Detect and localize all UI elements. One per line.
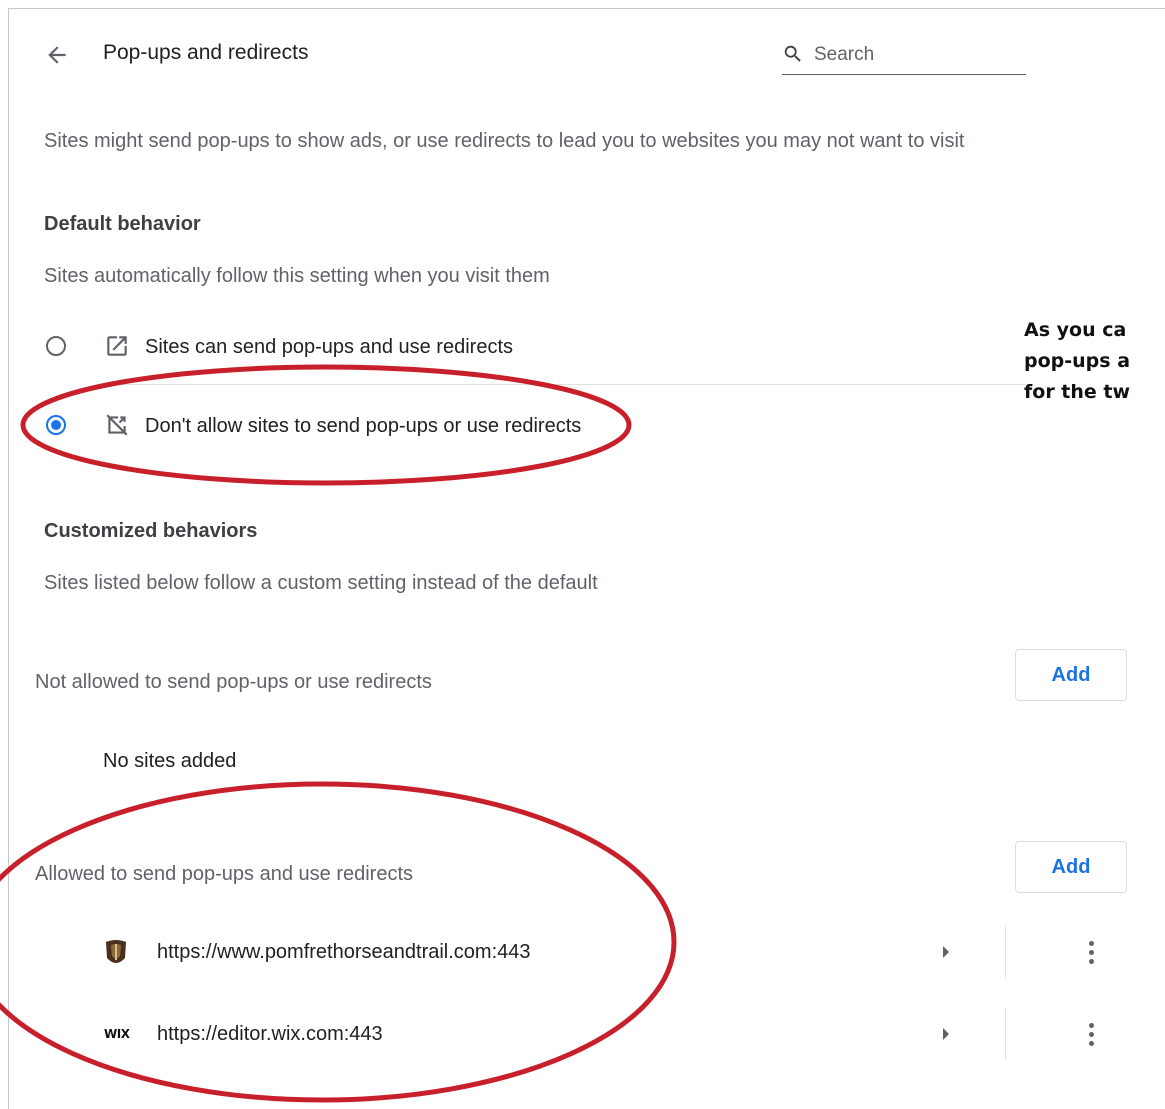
row-separator bbox=[1005, 926, 1006, 978]
chevron-right-icon[interactable] bbox=[943, 946, 949, 958]
page-title: Pop-ups and redirects bbox=[103, 41, 309, 64]
page-description: Sites might send pop-ups to show ads, or… bbox=[44, 130, 965, 152]
customized-behaviors-heading: Customized behaviors bbox=[44, 520, 258, 542]
annotation-line: As you ca bbox=[1024, 319, 1127, 341]
chevron-right-icon[interactable] bbox=[943, 1028, 949, 1040]
no-sites-added-text: No sites added bbox=[103, 750, 237, 772]
horseshoe-favicon bbox=[106, 940, 126, 963]
search-input[interactable] bbox=[812, 40, 1026, 70]
option-divider bbox=[104, 384, 1026, 385]
more-actions-icon[interactable] bbox=[1079, 936, 1103, 968]
not-allowed-label: Not allowed to send pop-ups or use redir… bbox=[35, 671, 432, 693]
allowed-label: Allowed to send pop-ups and use redirect… bbox=[35, 863, 414, 885]
wix-favicon: WIX bbox=[104, 1027, 130, 1041]
site-url: https://editor.wix.com:443 bbox=[157, 1023, 383, 1045]
row-separator bbox=[1005, 1008, 1006, 1060]
block-popup-icon bbox=[106, 414, 128, 436]
radio-block-popups[interactable] bbox=[46, 415, 66, 435]
default-behavior-subtext: Sites automatically follow this setting … bbox=[44, 265, 550, 287]
search-box[interactable] bbox=[782, 38, 1026, 75]
add-not-allowed-button[interactable]: Add bbox=[1015, 649, 1127, 701]
back-arrow-icon[interactable] bbox=[44, 42, 70, 68]
annotation-line: for the tw bbox=[1024, 381, 1131, 403]
add-allowed-button[interactable]: Add bbox=[1015, 841, 1127, 893]
open-in-new-icon bbox=[107, 336, 127, 356]
site-url: https://www.pomfrethorseandtrail.com:443 bbox=[157, 941, 531, 963]
more-actions-icon[interactable] bbox=[1079, 1018, 1103, 1050]
annotation-text: As you ca pop-ups a for the tw bbox=[1024, 315, 1130, 408]
search-icon bbox=[784, 45, 801, 62]
option-block-label: Don't allow sites to send pop-ups or use… bbox=[145, 415, 582, 437]
default-behavior-heading: Default behavior bbox=[44, 213, 201, 235]
site-row[interactable]: WIX https://editor.wix.com:443 bbox=[0, 1008, 1165, 1060]
site-row[interactable]: https://www.pomfrethorseandtrail.com:443 bbox=[0, 926, 1165, 978]
option-allow-label: Sites can send pop-ups and use redirects bbox=[145, 336, 513, 358]
annotation-line: pop-ups a bbox=[1024, 350, 1131, 372]
customized-behaviors-subtext: Sites listed below follow a custom setti… bbox=[44, 572, 598, 594]
radio-allow-popups[interactable] bbox=[46, 336, 66, 356]
